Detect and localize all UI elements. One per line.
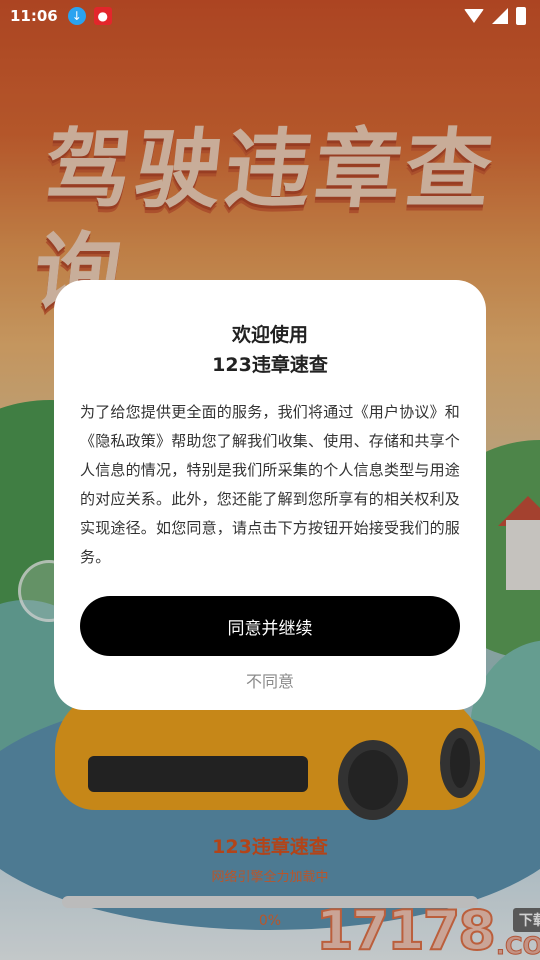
app-notification-icon: ● bbox=[93, 7, 112, 25]
wifi-icon bbox=[464, 9, 484, 23]
status-bar: 11:06 ↓ ● bbox=[0, 0, 540, 32]
dialog-title-line1: 欢迎使用 bbox=[231, 324, 308, 346]
dialog-body: 为了给您提供更全面的服务，我们将通过《用户协议》和《隐私政策》帮助您了解我们收集… bbox=[80, 403, 461, 566]
signal-icon bbox=[492, 8, 508, 24]
status-indicators bbox=[464, 7, 526, 25]
privacy-dialog: 欢迎使用 123违章速查 为了给您提供更全面的服务，我们将通过《用户协议》和《隐… bbox=[54, 280, 486, 710]
status-time: 11:06 bbox=[10, 7, 58, 25]
dialog-title: 欢迎使用 123违章速查 bbox=[80, 320, 460, 380]
battery-icon bbox=[516, 7, 526, 25]
disagree-button[interactable]: 不同意 bbox=[80, 668, 460, 692]
agree-continue-button[interactable]: 同意并继续 bbox=[80, 596, 460, 656]
download-icon: ↓ bbox=[67, 7, 86, 25]
dialog-title-line2: 123违章速查 bbox=[212, 354, 328, 376]
